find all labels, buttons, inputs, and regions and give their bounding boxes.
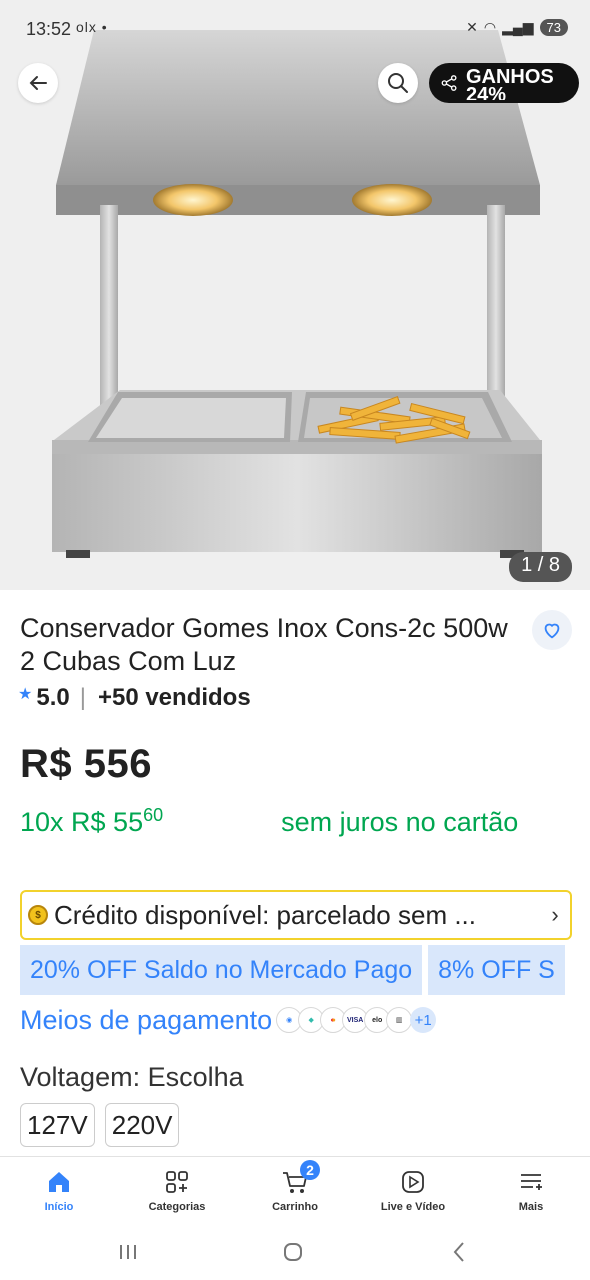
voltage-label: Voltagem: Escolha [20,1062,244,1092]
search-icon [388,73,408,93]
credit-text: Crédito disponível: parcelado sem ... [54,899,476,930]
status-app-icons: olx • [76,19,108,35]
voltage-option-127v[interactable]: 127V [20,1103,95,1147]
bottom-navigation: Início Categorias 2 Carrinho Live e Víde… [0,1156,590,1222]
credit-available-banner[interactable]: $ Crédito disponível: parcelado sem ... … [20,890,572,940]
nav-label: Início [44,1201,74,1213]
favorite-button[interactable] [532,610,572,650]
recent-apps-icon[interactable] [113,1240,143,1264]
share-label: GANHOS 24% [465,66,554,100]
system-back-icon[interactable] [444,1240,474,1264]
nav-label: Carrinho [272,1201,318,1213]
rating-score: 5.0 [36,684,70,711]
star-icon: ★ [18,686,33,703]
nav-home[interactable]: Início [0,1157,118,1222]
nav-label: Categorias [148,1201,206,1213]
payment-methods-label: Meios de pagamento [20,1004,273,1035]
nav-categories[interactable]: Categorias [118,1157,236,1222]
cart-count-badge: 2 [300,1160,320,1180]
boleto-icon: ▥ [386,1007,413,1033]
video-icon [398,1167,428,1197]
back-button[interactable] [18,63,58,103]
rating-row[interactable]: ★ 5.0 | +50 vendidos [18,684,251,712]
coin-icon: $ [28,905,48,925]
signal-icon: ▂▄▆ [502,19,534,35]
mute-icon: ✕ [466,19,478,35]
battery-indicator: 73 [539,19,568,36]
home-icon [44,1167,74,1197]
rating-separator: | [79,684,86,711]
wifi-icon: ◠ [483,19,497,35]
product-title: Conservador Gomes Inox Cons-2c 500w 2 Cu… [20,613,508,676]
home-button-icon[interactable] [278,1240,308,1264]
status-time: 13:52 [26,19,72,39]
payment-methods-link[interactable]: Meios de pagamento ◉ ◆ ● ● VISA elo ▥ +1 [20,1002,437,1038]
image-counter: 1 / 8 [509,552,572,582]
more-payment-methods: +1 [410,1007,437,1033]
nav-more[interactable]: Mais [472,1157,590,1222]
installment-terms: sem juros no cartão [281,807,519,837]
chevron-right-icon: › [551,902,559,927]
installments-info: 10x R$ 5560 sem juros no cartão [20,794,580,843]
nav-live-video[interactable]: Live e Vídeo [354,1157,472,1222]
promo-chips: 20% OFF Saldo no Mercado Pago 8% OFF S [20,945,590,995]
nav-label: Mais [518,1201,544,1213]
nav-cart[interactable]: 2 Carrinho [236,1157,354,1222]
voltage-option-220v[interactable]: 220V [104,1103,180,1147]
price: R$ 556 [20,742,152,786]
sold-count: +50 vendidos [97,684,251,711]
status-bar: 13:52 olx • ✕ ◠ ▂▄▆ 73 [0,0,590,56]
status-right: ✕ ◠ ▂▄▆ 73 [466,19,568,36]
nav-label: Live e Vídeo [380,1201,446,1213]
heart-icon [544,623,560,639]
installment-amount: 10x R$ 55 [20,807,144,837]
search-button[interactable] [378,63,418,103]
voltage-options: 127V 220V [20,1103,180,1147]
share-icon [441,75,457,91]
share-earnings-button[interactable]: GANHOS 24% [429,63,579,103]
promo-chip[interactable]: 20% OFF Saldo no Mercado Pago [20,945,423,995]
system-navigation-bar [0,1222,590,1280]
menu-icon [516,1167,546,1197]
categories-icon [162,1167,192,1197]
installment-cents: 60 [143,805,164,825]
arrow-left-icon [29,76,47,90]
payment-icons: ◉ ◆ ● ● VISA elo ▥ +1 [276,1007,437,1033]
promo-chip[interactable]: 8% OFF S [428,945,565,995]
